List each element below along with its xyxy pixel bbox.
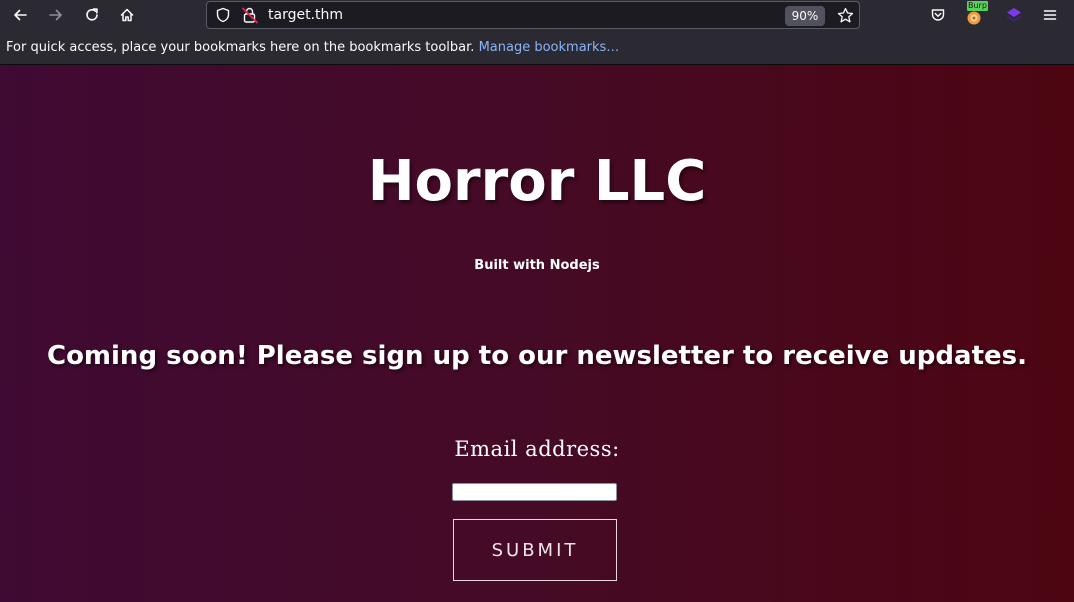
page-title: Horror LLC (367, 149, 707, 214)
wappalyzer-extension-button[interactable] (1001, 3, 1027, 27)
page-content: Horror LLC Built with Nodejs Coming soon… (0, 65, 1074, 602)
bookmarks-hint: For quick access, place your bookmarks h… (6, 40, 619, 55)
page-subtitle: Built with Nodejs (474, 258, 600, 273)
reload-icon (86, 8, 98, 21)
burp-extension-button[interactable]: Burp (961, 1, 988, 27)
arrow-right-icon (49, 9, 62, 21)
pocket-button[interactable] (925, 3, 951, 27)
home-button[interactable] (114, 3, 140, 27)
insecure-lock-icon[interactable] (241, 6, 259, 24)
browser-toolbar: target.thm 90% Burp (0, 0, 1074, 31)
home-icon (120, 8, 134, 22)
app-menu-button[interactable] (1037, 3, 1063, 27)
bookmarks-toolbar: For quick access, place your bookmarks h… (0, 31, 1074, 65)
bookmarks-hint-message: For quick access, place your bookmarks h… (6, 40, 475, 55)
burp-badge: Burp (967, 1, 988, 11)
wappalyzer-extension-icon (1007, 8, 1021, 22)
manage-bookmarks-link[interactable]: Manage bookmarks… (479, 40, 620, 55)
email-input[interactable] (452, 483, 617, 501)
newsletter-announcement: Coming soon! Please sign up to our newsl… (46, 341, 1027, 371)
back-button[interactable] (7, 3, 33, 27)
forward-button[interactable] (43, 3, 69, 27)
zoom-level-badge[interactable]: 90% (785, 6, 825, 26)
email-label: Email address: (454, 437, 620, 461)
submit-button[interactable]: SUBMIT (453, 519, 617, 581)
hamburger-menu-icon (1043, 10, 1057, 20)
arrow-left-icon (14, 9, 27, 21)
reload-button[interactable] (79, 3, 105, 27)
url-bar[interactable]: target.thm 90% (206, 1, 860, 29)
star-icon[interactable] (837, 7, 854, 24)
pocket-icon (931, 9, 945, 21)
shield-icon[interactable] (215, 7, 231, 23)
url-text[interactable]: target.thm (268, 7, 343, 23)
